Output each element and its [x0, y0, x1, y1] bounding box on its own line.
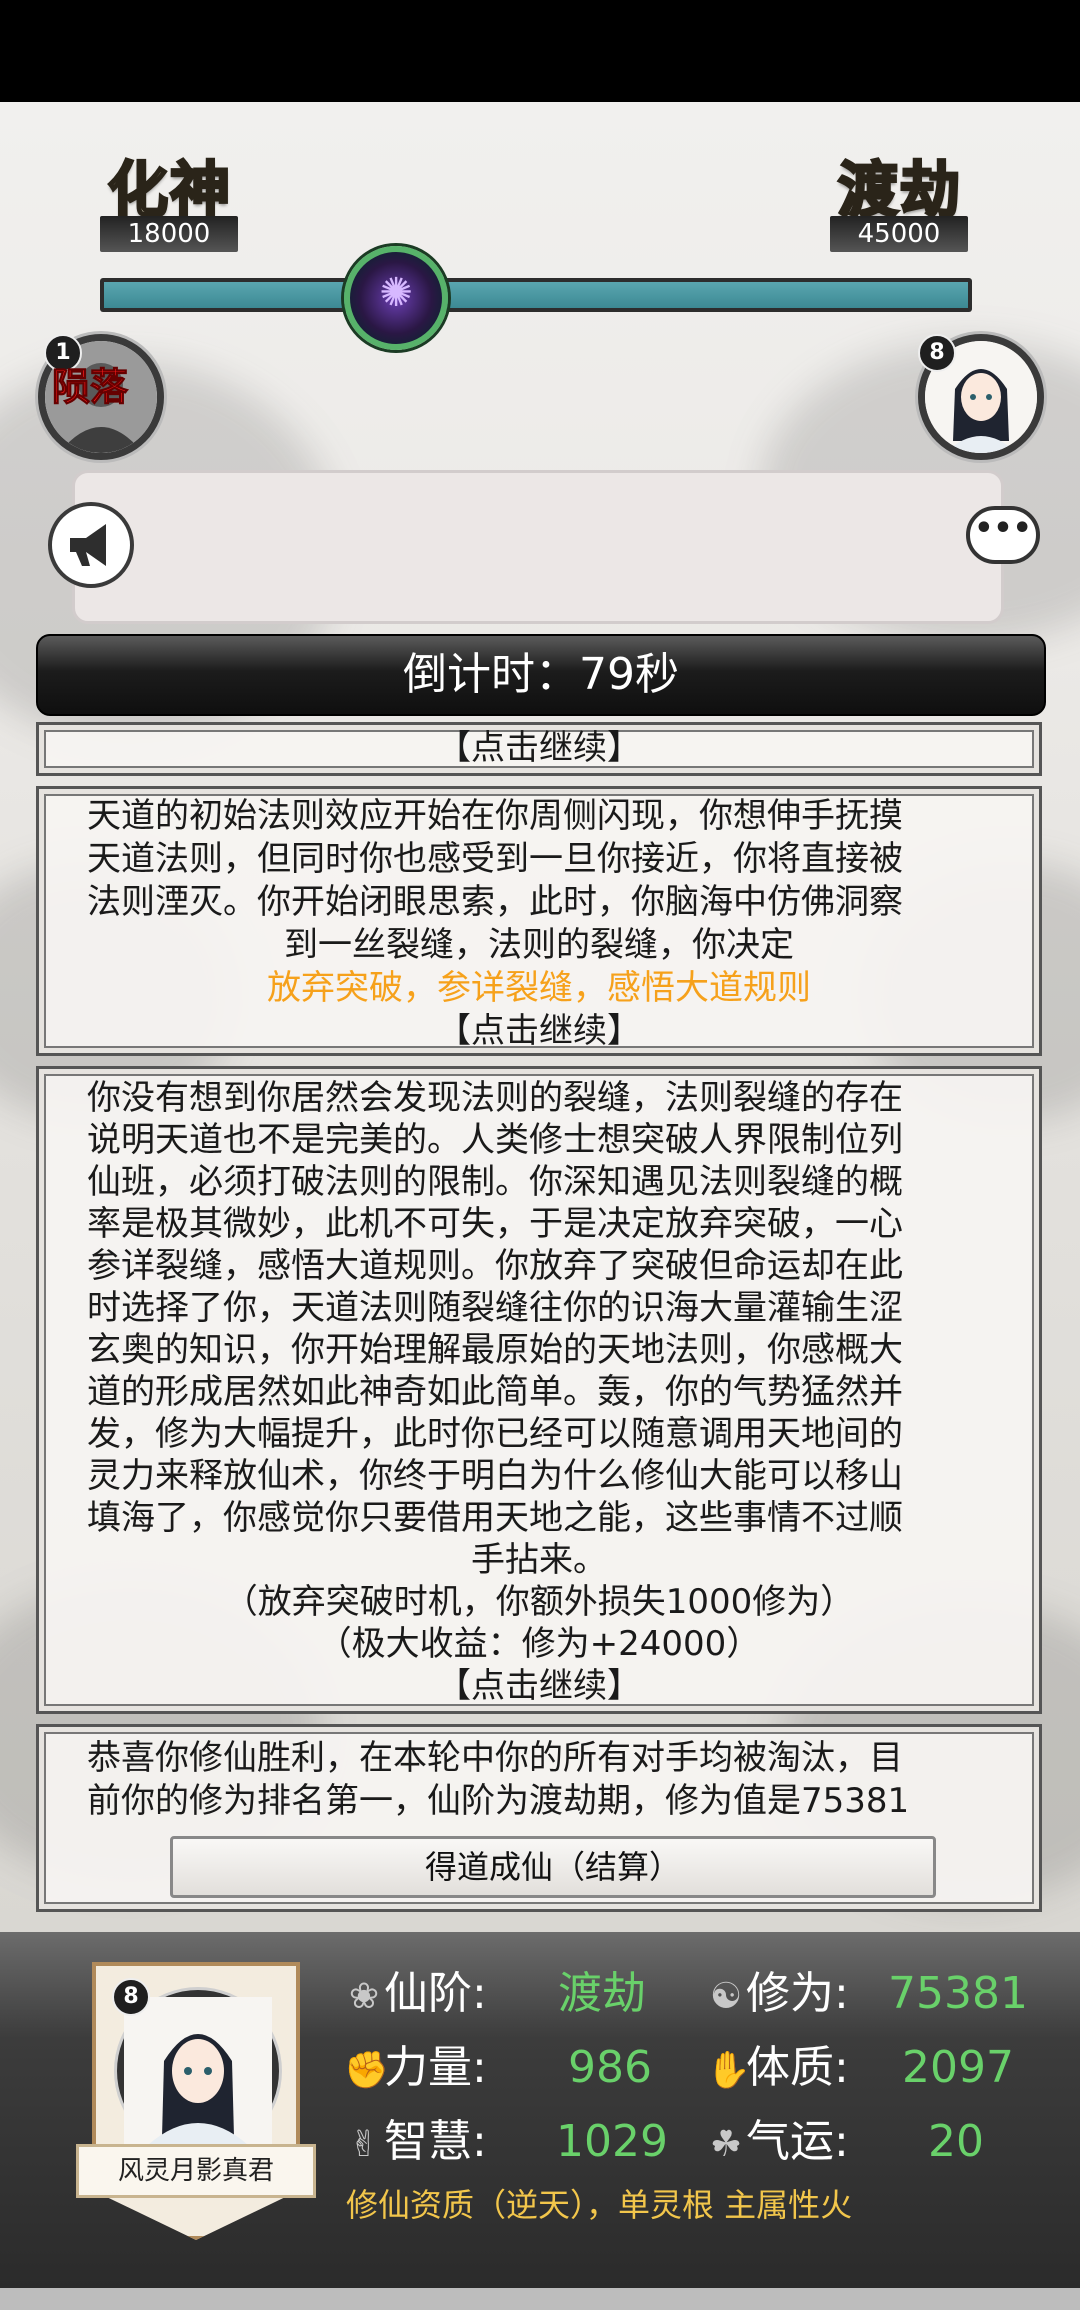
- continue-prompt[interactable]: 【点击继续】: [39, 1010, 1039, 1053]
- story-text-line: 时选择了你，天道法则随裂缝往你的识海大量灌输生涩: [87, 1288, 903, 1328]
- realm-stat-label: ❀ 仙阶:: [344, 1966, 487, 2025]
- luck-stat-value: 20: [928, 2116, 984, 2167]
- chosen-option: 放弃突破，参详裂缝，感悟大道规则: [267, 968, 811, 1008]
- luck-stat-label: ☘气运:: [706, 2114, 849, 2173]
- status-bar: [0, 0, 1080, 102]
- cultivation-loss-note: （放弃突破时机，你额外损失1000修为）: [223, 1582, 855, 1622]
- story-text-line: 填海了，你感觉你只要借用天地之能，这些事情不过顺: [87, 1498, 903, 1538]
- wisdom-icon: ✌: [348, 2124, 380, 2165]
- story-text-line: 天道法则，但同时你也感受到一旦你接近，你将直接被: [87, 839, 903, 879]
- story-panel-3[interactable]: 你没有想到你居然会发现法则的裂缝，法则裂缝的存在 说明天道也不是完美的。人类修士…: [36, 1066, 1042, 1714]
- story-text-line: 发，修为大幅提升，此时你已经可以随意调用天地间的: [87, 1414, 903, 1454]
- victory-text-line: 恭喜你修仙胜利，在本轮中你的所有对手均被淘汰，目: [87, 1738, 903, 1778]
- cultivation-gain-note: （极大收益：修为+24000）: [317, 1624, 761, 1664]
- story-text-line: 到一丝裂缝，法则的裂缝，你决定: [284, 925, 794, 965]
- realm-stat-value: 渡劫: [558, 1968, 646, 2019]
- victory-text-line: 前你的修为排名第一，仙阶为渡劫期，修为值是75381: [87, 1781, 910, 1821]
- story-text-line: 天道的初始法则效应开始在你周侧闪现，你想伸手抚摸: [87, 796, 903, 836]
- story-text-line: 率是极其微妙，此机不可失，于是决定放弃突破，一心: [87, 1204, 903, 1244]
- wisdom-stat-label: ✌ 智慧:: [344, 2114, 487, 2173]
- story-text-line: 你没有想到你居然会发现法则的裂缝，法则裂缝的存在: [87, 1078, 903, 1118]
- story-text-line: 参详裂缝，感悟大道规则。你放弃了突破但命运却在此: [87, 1246, 903, 1286]
- character-avatar[interactable]: [117, 1990, 279, 2152]
- realm-progress-fill: [104, 282, 968, 308]
- story-text-line: 灵力来释放仙术，你终于明白为什么修仙大能可以移山: [87, 1456, 903, 1496]
- wisdom-stat-value: 1029: [556, 2116, 668, 2167]
- cultivation-icon: ☯: [709, 1976, 743, 2017]
- next-realm-threshold: 45000: [830, 216, 968, 252]
- story-text-line: 道的形成居然如此神奇如此简单。轰，你的气势猛然并: [87, 1372, 903, 1412]
- continue-prompt[interactable]: 【点击继续】: [39, 1665, 1039, 1708]
- story-text-line: 仙班，必须打破法则的限制。你深知遇见法则裂缝的概: [87, 1162, 903, 1202]
- realm-icon: ❀: [348, 1976, 380, 2017]
- constitution-stat-label: ✋体质:: [706, 2040, 849, 2099]
- constitution-stat-value: 2097: [902, 2042, 1014, 2093]
- chat-bubble-icon[interactable]: •••: [966, 506, 1040, 564]
- character-name: 风灵月影真君: [76, 2144, 316, 2198]
- story-text-line: 法则湮灭。你开始闭眼思索，此时，你脑海中仿佛洞察: [87, 882, 903, 922]
- clover-icon: ☘: [709, 2124, 743, 2165]
- strength-stat-value: 986: [568, 2042, 652, 2093]
- broadcast-horn-icon[interactable]: [48, 502, 134, 588]
- cultivation-stat-value: 75381: [888, 1968, 1028, 2019]
- story-text-line: 玄奥的知识，你开始理解最原始的天地法则，你感概大: [87, 1330, 903, 1370]
- current-realm-threshold: 18000: [100, 216, 238, 252]
- fist-icon: ✊: [344, 2050, 389, 2091]
- opponent-fallen-status: 陨落: [51, 365, 129, 410]
- story-text-line: 说明天道也不是完美的。人类修士想突破人界限制位列: [87, 1120, 903, 1160]
- player-rank-badge: 8: [918, 334, 956, 372]
- realm-orb-icon: ✺: [344, 246, 448, 350]
- realm-progress-bar: [100, 278, 972, 312]
- cultivation-aptitude: 修仙资质（逆天），单灵根 主属性火: [346, 2186, 853, 2224]
- navigation-strip: [0, 2288, 1080, 2310]
- continue-prompt[interactable]: 【点击继续】: [39, 727, 1039, 770]
- story-panel-1[interactable]: 【点击继续】: [36, 722, 1042, 776]
- countdown-timer: 倒计时：79秒: [36, 634, 1046, 716]
- broadcast-message-box: [72, 470, 1004, 624]
- strength-stat-label: ✊力量:: [344, 2040, 487, 2099]
- story-panel-2[interactable]: 天道的初始法则效应开始在你周侧闪现，你想伸手抚摸 天道法则，但同时你也感受到一旦…: [36, 786, 1042, 1056]
- character-rank-badge: 8: [112, 1978, 150, 2016]
- ascend-settlement-button[interactable]: 得道成仙（结算）: [170, 1836, 936, 1898]
- character-portrait-icon: [124, 1997, 272, 2145]
- story-text-line: 手拈来。: [471, 1540, 607, 1580]
- constitution-icon: ✋: [706, 2050, 751, 2091]
- cultivation-stat-label: ☯修为:: [706, 1966, 849, 2025]
